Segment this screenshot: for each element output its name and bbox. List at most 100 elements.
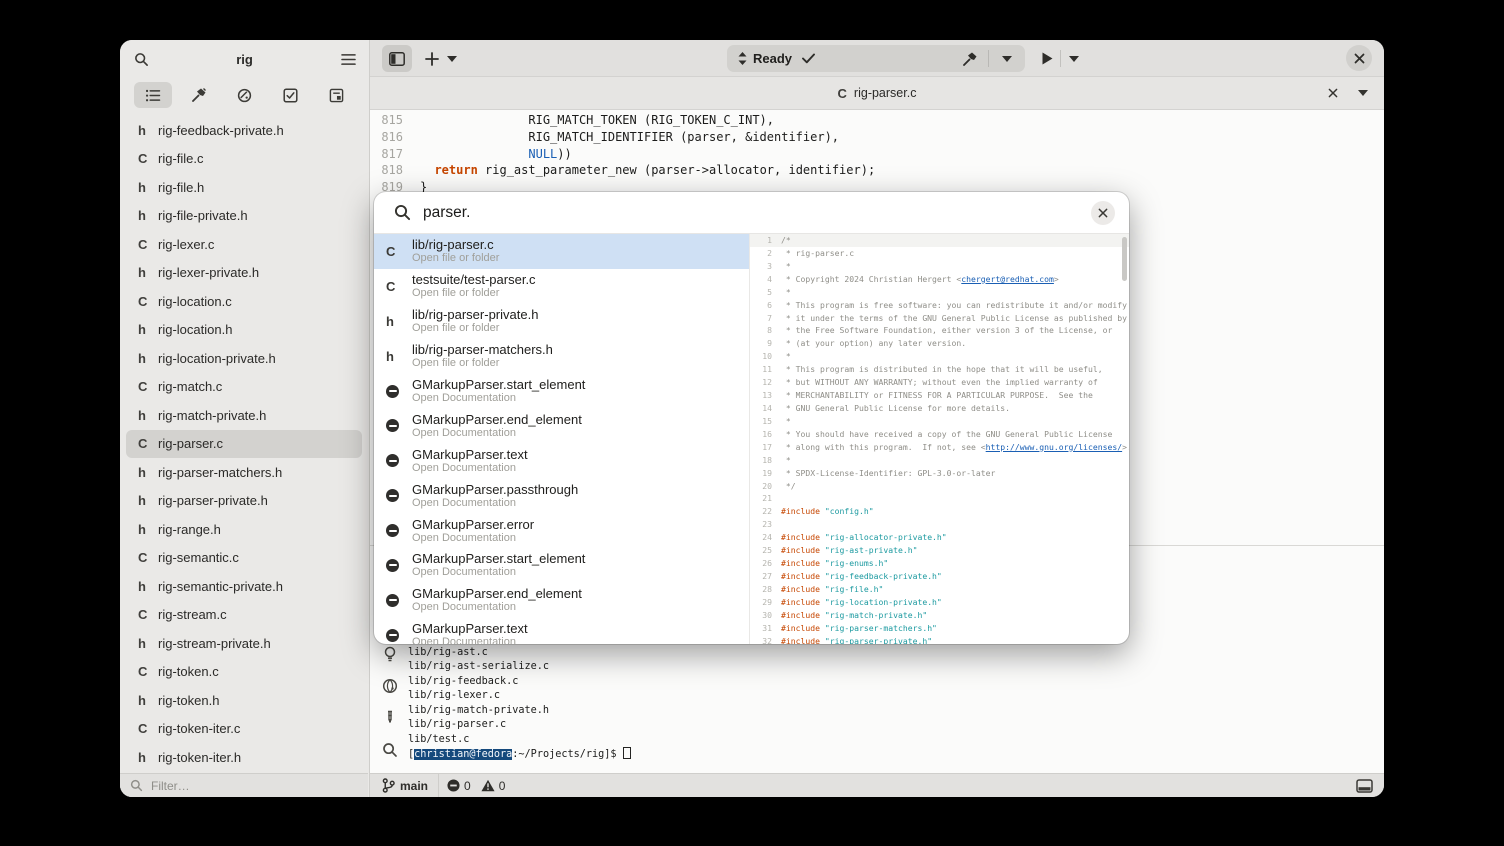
tab-todo-checkbox-icon[interactable] <box>271 82 309 108</box>
search-result-item[interactable]: GMarkupParser.errorOpen Documentation <box>374 513 749 548</box>
file-list-item[interactable]: Crig-parser.c <box>126 430 362 459</box>
h-file-icon: h <box>138 322 158 337</box>
result-subtitle: Open file or folder <box>412 357 553 370</box>
file-list-item[interactable]: hrig-feedback-private.h <box>126 116 362 145</box>
source-editor[interactable]: 815 RIG_MATCH_TOKEN (RIG_TOKEN_C_INT),81… <box>370 112 1384 196</box>
search-result-item[interactable]: GMarkupParser.passthroughOpen Documentat… <box>374 478 749 513</box>
file-list-item[interactable]: hrig-parser-matchers.h <box>126 458 362 487</box>
file-list-item[interactable]: Crig-lexer.c <box>126 230 362 259</box>
result-subtitle: Open file or folder <box>412 252 499 265</box>
sidebar-panel-switcher <box>120 78 369 112</box>
file-name: rig-location-private.h <box>158 351 276 366</box>
file-list-item[interactable]: Crig-stream.c <box>126 601 362 630</box>
tab-build-hammer-icon[interactable] <box>180 82 218 108</box>
line-number: 24 <box>750 531 772 544</box>
preview-line: 28#include "rig-file.h" <box>750 583 1129 596</box>
new-tab-plus-icon[interactable] <box>420 45 444 72</box>
search-icon[interactable] <box>382 742 398 758</box>
h-file-icon: h <box>386 314 404 329</box>
file-list-item[interactable]: hrig-match-private.h <box>126 401 362 430</box>
search-query-input[interactable]: parser. <box>423 204 470 222</box>
search-result-item[interactable]: GMarkupParser.end_elementOpen Documentat… <box>374 583 749 618</box>
file-list-item[interactable]: hrig-token.h <box>126 686 362 715</box>
lightbulb-icon[interactable] <box>382 646 398 662</box>
file-list-item[interactable]: Crig-token.c <box>126 658 362 687</box>
file-name: rig-lexer.c <box>158 237 214 252</box>
file-list-item[interactable]: hrig-semantic-private.h <box>126 572 362 601</box>
menu-icon[interactable] <box>335 46 361 72</box>
file-list-item[interactable]: Crig-file.c <box>126 145 362 174</box>
scrollbar-thumb[interactable] <box>1122 237 1127 281</box>
terminal-line: lib/test.c <box>408 733 1384 747</box>
build-options-chevron-down-icon[interactable] <box>1002 56 1012 62</box>
file-list-item[interactable]: Crig-location.c <box>126 287 362 316</box>
file-list-item[interactable]: hrig-parser-private.h <box>126 487 362 516</box>
search-result-item[interactable]: Clib/rig-parser.cOpen file or folder <box>374 234 749 269</box>
h-file-icon: h <box>138 693 158 708</box>
preview-line: 20 */ <box>750 480 1129 493</box>
flask-icon[interactable] <box>382 710 398 726</box>
new-tab-chevron-down-icon[interactable] <box>444 45 460 72</box>
preview-line: 21 <box>750 492 1129 505</box>
tab-list-chevron-down-icon[interactable] <box>1352 82 1374 104</box>
run-play-icon[interactable] <box>1035 45 1059 72</box>
build-hammer-icon[interactable] <box>962 51 978 67</box>
run-options-chevron-down-icon[interactable] <box>1064 45 1084 72</box>
c-file-icon: C <box>138 151 158 166</box>
file-list-item[interactable]: hrig-file-private.h <box>126 202 362 231</box>
file-name: rig-file-private.h <box>158 208 248 223</box>
search-result-item[interactable]: GMarkupParser.end_elementOpen Documentat… <box>374 408 749 443</box>
terminal-line: lib/rig-match-private.h <box>408 704 1384 718</box>
tab-rig-parser[interactable]: C rig-parser.c <box>838 86 917 101</box>
search-result-item[interactable]: GMarkupParser.textOpen Documentation <box>374 618 749 644</box>
file-list-item[interactable]: hrig-lexer-private.h <box>126 259 362 288</box>
minus-circle-icon <box>447 779 460 792</box>
search-result-item[interactable]: hlib/rig-parser-private.hOpen file or fo… <box>374 304 749 339</box>
window-close-icon[interactable] <box>1346 45 1372 71</box>
c-file-icon: C <box>138 721 158 736</box>
line-number: 2 <box>750 247 772 260</box>
preview-line: 4 * Copyright 2024 Christian Hergert <ch… <box>750 273 1129 286</box>
tab-circle-slash-icon[interactable] <box>225 82 263 108</box>
filter-input[interactable]: Filter… <box>120 773 368 797</box>
error-counter[interactable]: 0 <box>447 779 471 793</box>
tab-close-icon[interactable] <box>1322 82 1344 104</box>
h-file-icon: h <box>138 579 158 594</box>
search-result-item[interactable]: hlib/rig-parser-matchers.hOpen file or f… <box>374 339 749 374</box>
c-file-icon: C <box>138 607 158 622</box>
toggle-sidebar-icon[interactable] <box>382 45 412 72</box>
globe-icon[interactable] <box>382 678 398 694</box>
file-list-item[interactable]: hrig-file.h <box>126 173 362 202</box>
file-list-item[interactable]: Crig-match.c <box>126 373 362 402</box>
preview-line: 27#include "rig-feedback-private.h" <box>750 570 1129 583</box>
terminal-output[interactable]: lib/rig-ast.clib/rig-ast-serialize.clib/… <box>408 646 1384 762</box>
line-number: 12 <box>750 376 772 389</box>
documentation-icon <box>386 454 399 467</box>
c-file-icon: C <box>138 237 158 252</box>
branch-button[interactable]: main <box>382 778 428 793</box>
tab-project-tree[interactable] <box>134 82 172 108</box>
search-result-item[interactable]: GMarkupParser.start_elementOpen Document… <box>374 374 749 409</box>
line-number: 815 <box>370 112 403 129</box>
file-list-item[interactable]: hrig-token-iter.h <box>126 743 362 772</box>
file-list-item[interactable]: Crig-token-iter.c <box>126 715 362 744</box>
sidebar: rig hrig-feedback-private.hCrig-file.chr… <box>120 40 370 797</box>
file-list-item[interactable]: hrig-location.h <box>126 316 362 345</box>
file-list-item[interactable]: hrig-stream-private.h <box>126 629 362 658</box>
file-list-item[interactable]: hrig-location-private.h <box>126 344 362 373</box>
divider <box>1060 50 1061 67</box>
file-list-item[interactable]: Crig-semantic.c <box>126 544 362 573</box>
search-body: Clib/rig-parser.cOpen file or folderCtes… <box>374 234 1129 644</box>
search-result-item[interactable]: GMarkupParser.textOpen Documentation <box>374 443 749 478</box>
search-result-item[interactable]: GMarkupParser.start_elementOpen Document… <box>374 548 749 583</box>
file-name: rig-stream-private.h <box>158 636 271 651</box>
omnibar[interactable]: Ready <box>727 45 1025 72</box>
search-result-item[interactable]: Ctestsuite/test-parser.cOpen file or fol… <box>374 269 749 304</box>
clear-search-icon[interactable] <box>1091 201 1115 225</box>
c-file-icon: C <box>138 294 158 309</box>
file-name: rig-token.c <box>158 664 219 679</box>
toggle-bottom-panel-icon[interactable] <box>1350 776 1378 796</box>
file-list-item[interactable]: hrig-range.h <box>126 515 362 544</box>
tab-notes-journal-icon[interactable] <box>317 82 355 108</box>
warning-counter[interactable]: 0 <box>481 779 506 793</box>
